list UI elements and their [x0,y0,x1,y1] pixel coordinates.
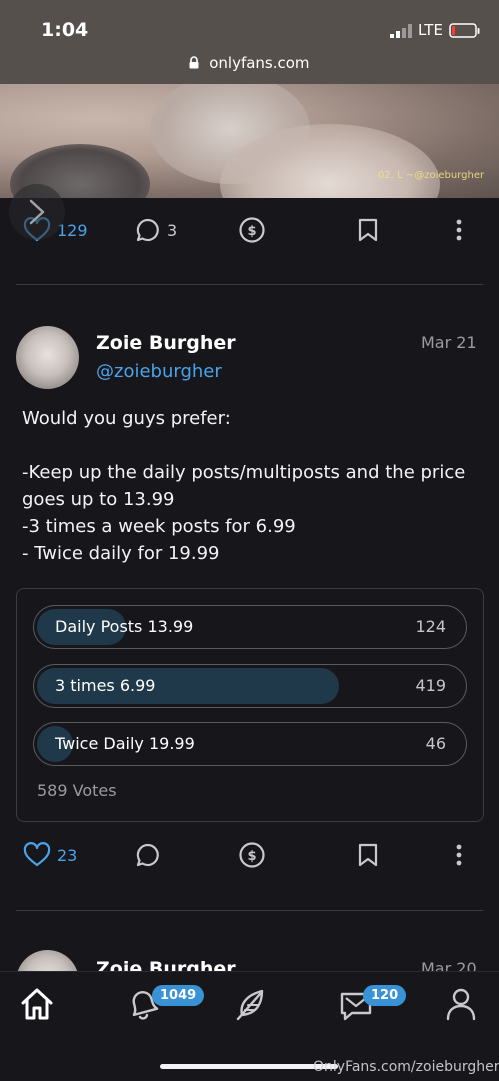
media-watermark: 02. L ~@zoieburgher [378,170,485,181]
post-text-line: Would you guys prefer: [22,408,231,429]
battery-icon [449,23,481,39]
url-text: onlyfans.com [209,53,310,72]
post-divider [16,284,483,285]
bookmark-icon [358,843,378,867]
tip-button[interactable]: $ [238,210,266,250]
nav-new-post[interactable] [232,986,268,1024]
more-options-button[interactable] [455,210,463,250]
nav-profile[interactable] [445,986,477,1022]
clock: 1:04 [41,19,89,41]
post-actions: 23 $ [0,835,499,875]
poll-option[interactable]: Twice Daily 19.99 46 [33,722,467,766]
comment-icon [136,218,159,242]
post-text-line: goes up to 13.99 [22,489,175,510]
messages-badge: 120 [363,985,407,1006]
dollar-icon: $ [239,842,265,868]
profile-icon [446,988,476,1021]
feather-icon [236,989,264,1021]
notifications-badge: 1049 [152,985,205,1006]
home-indicator[interactable] [160,1064,338,1069]
heart-icon [23,842,51,867]
post-text-line: -Keep up the daily posts/multiposts and … [22,462,466,483]
poll: Daily Posts 13.99 124 3 times 6.99 419 T… [16,588,484,822]
more-vertical-icon [456,844,462,866]
like-button[interactable]: 23 [23,835,77,875]
post-media-image[interactable]: 02. L ~@zoieburgher [0,84,499,198]
author-handle[interactable]: @zoieburgher [96,361,222,382]
tip-button[interactable]: $ [238,835,266,875]
poll-option[interactable]: Daily Posts 13.99 124 [33,605,467,649]
post-actions: 129 3 $ [0,210,499,250]
more-options-button[interactable] [455,835,463,875]
comment-button[interactable]: 3 [135,210,177,250]
post-text-line [22,432,482,459]
svg-text:$: $ [247,224,256,239]
bookmark-icon [358,218,378,242]
signal-icon [390,24,414,38]
poll-option-label: 3 times 6.99 [55,676,156,695]
comment-button[interactable] [135,835,161,875]
nav-home[interactable] [19,986,55,1022]
poll-total-votes: 589 Votes [37,781,117,800]
home-icon [21,988,53,1020]
status-bar: 1:04 LTE onlyfans.com [0,0,499,84]
post-text-line: - Twice daily for 19.99 [22,543,220,564]
media-next-button[interactable] [9,184,65,240]
poll-option-count: 419 [415,676,446,695]
comment-icon [136,843,159,867]
bookmark-button[interactable] [357,835,379,875]
post-date: Mar 21 [421,333,477,352]
more-vertical-icon [456,219,462,241]
avatar[interactable] [16,326,79,389]
carrier-label: LTE [418,21,443,39]
address-bar[interactable]: onlyfans.com [0,53,499,72]
nav-notifications[interactable]: 1049 [125,985,205,1026]
dollar-icon: $ [239,217,265,243]
poll-option-count: 46 [425,734,446,753]
post-text: Would you guys prefer: -Keep up the dail… [22,405,482,567]
svg-text:$: $ [247,849,256,864]
poll-option[interactable]: 3 times 6.99 419 [33,664,467,708]
chevron-right-icon [29,199,45,225]
like-count: 23 [57,845,78,865]
author-name[interactable]: Zoie Burgher [96,332,236,354]
lock-icon [189,56,199,69]
poll-option-label: Daily Posts 13.99 [55,617,194,636]
bookmark-button[interactable] [357,210,379,250]
post-divider [16,910,483,911]
post-text-line: -3 times a week posts for 6.99 [22,516,296,537]
poll-option-count: 124 [415,617,446,636]
nav-messages[interactable]: 120 [339,985,407,1022]
footer-watermark: OnlyFans.com/zoieburgher [313,1059,499,1075]
poll-option-label: Twice Daily 19.99 [55,734,195,753]
comment-count: 3 [167,220,178,240]
